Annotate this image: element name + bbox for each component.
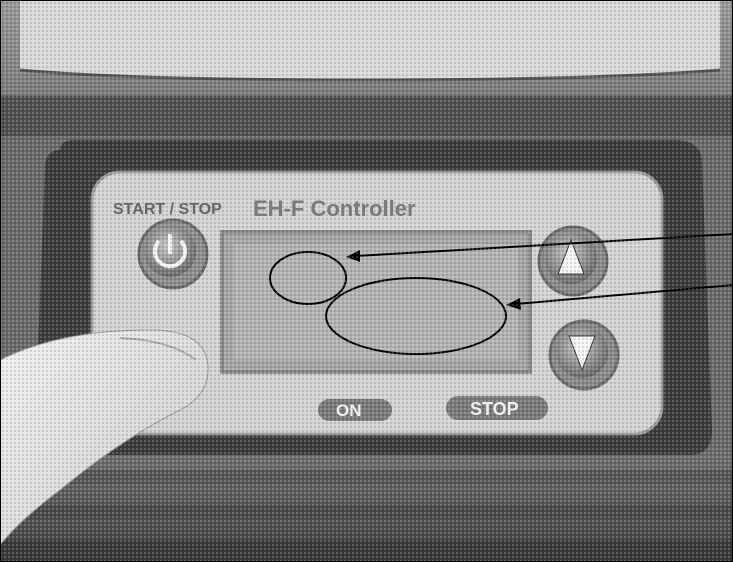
- on-label: ON: [336, 401, 362, 420]
- stop-label: STOP: [470, 399, 519, 419]
- start-stop-label: START / STOP: [113, 201, 222, 218]
- controller-photo: START / STOP EH-F Controller ON STOP: [0, 0, 733, 562]
- controller-label: EH-F Controller: [253, 196, 416, 221]
